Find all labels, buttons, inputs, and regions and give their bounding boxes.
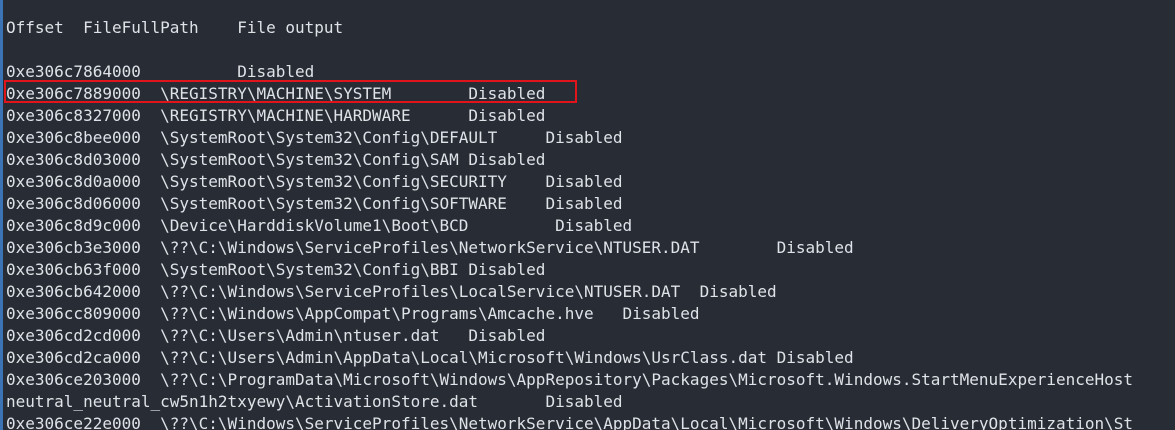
- output-line: 0xe306ce22e000 \??\C:\Windows\ServicePro…: [6, 414, 1134, 430]
- terminal-window[interactable]: Offset FileFullPath File output 0xe306c7…: [0, 0, 1175, 430]
- output-line: 0xe306cd2ca000 \??\C:\Users\Admin\AppDat…: [6, 348, 854, 367]
- column-header: Offset FileFullPath File output: [6, 18, 344, 37]
- output-line: 0xe306c8bee000 \SystemRoot\System32\Conf…: [6, 128, 623, 147]
- output-line: 0xe306c8d9c000 \Device\HarddiskVolume1\B…: [6, 216, 633, 235]
- output-line: 0xe306cb642000 \??\C:\Windows\ServicePro…: [6, 282, 777, 301]
- output-line: 0xe306cc809000 \??\C:\Windows\AppCompat\…: [6, 304, 700, 323]
- output-line: 0xe306cd2cd000 \??\C:\Users\Admin\ntuser…: [6, 326, 546, 345]
- output-line: neutral_neutral_cw5n1h2txyewy\Activation…: [6, 392, 623, 411]
- output-line: 0xe306c8d0a000 \SystemRoot\System32\Conf…: [6, 172, 623, 191]
- window-edge-accent: [0, 0, 3, 430]
- output-line: 0xe306cb63f000 \SystemRoot\System32\Conf…: [6, 260, 546, 279]
- output-line: 0xe306ce203000 \??\C:\ProgramData\Micros…: [6, 370, 1134, 389]
- output-line: 0xe306cb3e3000 \??\C:\Windows\ServicePro…: [6, 238, 854, 257]
- output-line: 0xe306c8d03000 \SystemRoot\System32\Conf…: [6, 150, 546, 169]
- output-line-highlighted: 0xe306c7889000 \REGISTRY\MACHINE\SYSTEM …: [6, 84, 546, 103]
- output-line: 0xe306c8d06000 \SystemRoot\System32\Conf…: [6, 194, 623, 213]
- output-line: 0xe306c8327000 \REGISTRY\MACHINE\HARDWAR…: [6, 106, 546, 125]
- output-line: 0xe306c7864000 Disabled: [6, 62, 315, 81]
